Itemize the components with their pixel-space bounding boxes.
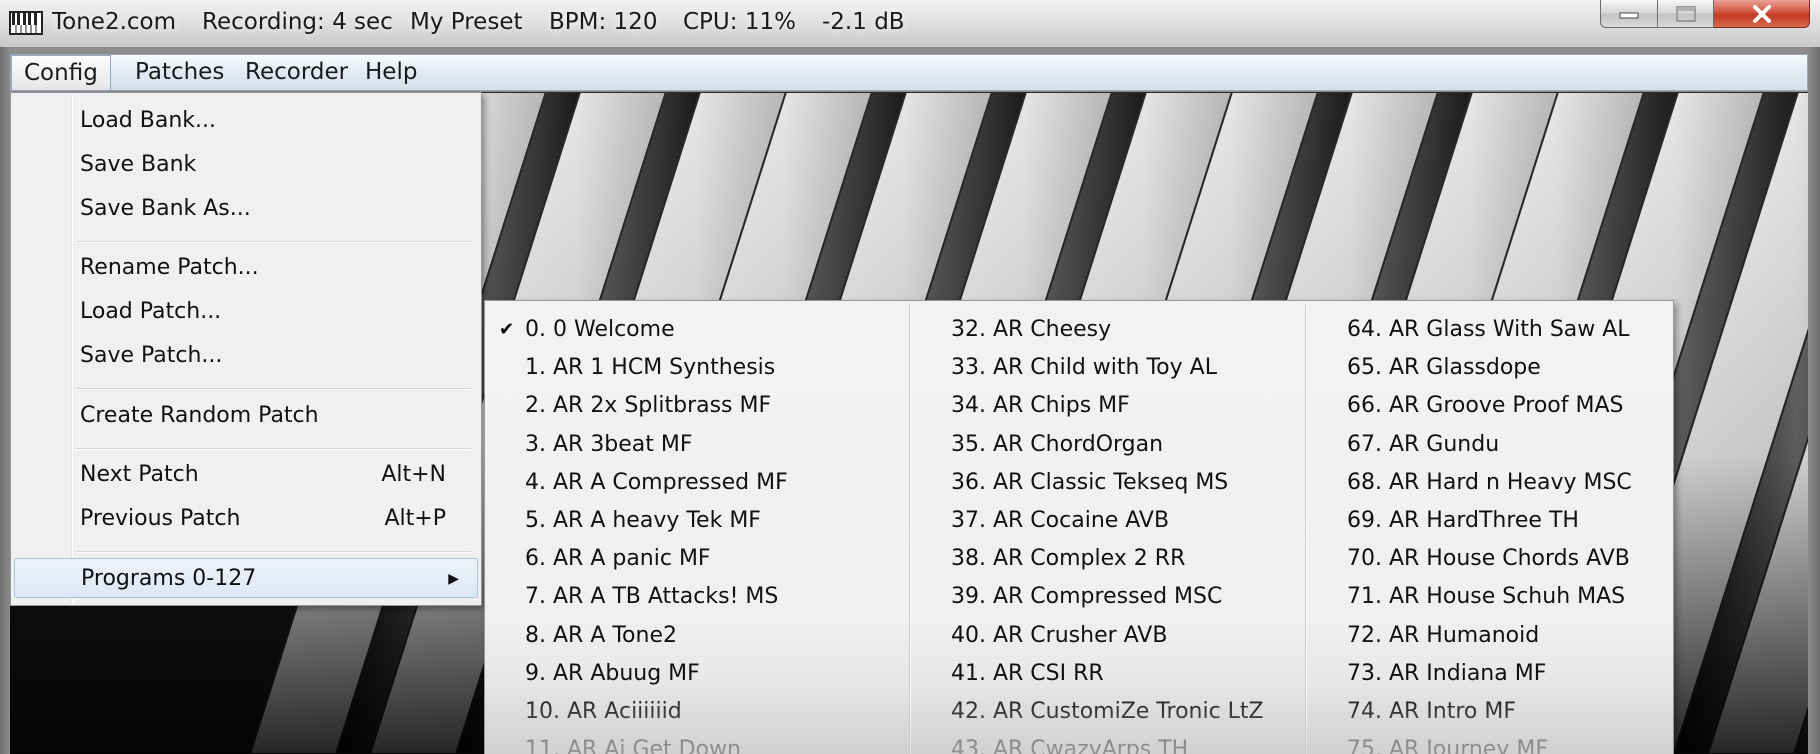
maximize-button[interactable]: [1658, 0, 1714, 28]
load-patch-item[interactable]: Load Patch...: [14, 292, 478, 332]
level-readout: -2.1 dB: [822, 9, 905, 35]
close-icon: [1752, 4, 1771, 23]
save-patch-label: Save Patch...: [80, 343, 223, 368]
save-patch-item[interactable]: Save Patch...: [14, 336, 478, 376]
close-button[interactable]: [1714, 0, 1810, 28]
program-item[interactable]: 9. AR Abuug MF: [525, 655, 700, 693]
menu-bar: Config Patches Recorder Help: [10, 54, 1808, 91]
maximize-icon: [1675, 5, 1696, 22]
checkmark-icon: ✔: [499, 319, 515, 340]
previous-patch-label: Previous Patch: [80, 506, 241, 531]
program-item[interactable]: 39. AR Compressed MSC: [951, 578, 1222, 616]
preset-name: My Preset: [410, 9, 523, 35]
cpu-readout: CPU: 11%: [683, 9, 796, 35]
programs-submenu: ✔ 0. 0 Welcome 1. AR 1 HCM Synthesis 2. AR…: [484, 300, 1674, 754]
program-item[interactable]: 10. AR Aciiiiiid: [525, 693, 682, 731]
column-divider: [1305, 305, 1307, 754]
program-item[interactable]: 6. AR A panic MF: [525, 540, 711, 578]
next-patch-item[interactable]: Next Patch Alt+N: [14, 455, 478, 495]
submenu-arrow-icon: ▶: [448, 571, 459, 587]
save-bank-as-item[interactable]: Save Bank As...: [14, 189, 478, 229]
program-item[interactable]: 40. AR Crusher AVB: [951, 617, 1167, 655]
program-item[interactable]: 65. AR Glassdope: [1347, 349, 1541, 387]
save-bank-as-label: Save Bank As...: [80, 196, 251, 221]
rename-patch-item[interactable]: Rename Patch...: [14, 248, 478, 288]
load-bank-label: Load Bank...: [80, 108, 217, 133]
program-item[interactable]: 11. AR Ai Get Down: [525, 731, 741, 754]
column-divider: [909, 305, 911, 754]
next-patch-shortcut: Alt+N: [381, 462, 446, 487]
program-item[interactable]: 33. AR Child with Toy AL: [951, 349, 1217, 387]
recording-status: Recording: 4 sec: [202, 9, 393, 35]
programs-submenu-item[interactable]: Programs 0-127 ▶: [14, 558, 478, 598]
program-item[interactable]: 71. AR House Schuh MAS: [1347, 578, 1625, 616]
program-item[interactable]: 74. AR Intro MF: [1347, 693, 1516, 731]
menu-separator: [77, 388, 471, 390]
program-item[interactable]: 42. AR CustomiZe Tronic LtZ: [951, 693, 1264, 731]
program-item[interactable]: 72. AR Humanoid: [1347, 617, 1539, 655]
load-patch-label: Load Patch...: [80, 299, 222, 324]
program-item[interactable]: 66. AR Groove Proof MAS: [1347, 387, 1623, 425]
bpm-readout: BPM: 120: [549, 9, 658, 35]
save-bank-label: Save Bank: [80, 152, 197, 177]
program-item[interactable]: 5. AR A heavy Tek MF: [525, 502, 761, 540]
piano-keyboard-icon: [9, 11, 43, 35]
menu-recorder[interactable]: Recorder: [233, 55, 360, 90]
program-item[interactable]: 2. AR 2x Splitbrass MF: [525, 387, 771, 425]
programs-label: Programs 0-127: [81, 566, 257, 591]
menu-separator: [77, 448, 471, 450]
previous-patch-shortcut: Alt+P: [384, 506, 447, 531]
menu-separator: [77, 241, 471, 243]
program-item[interactable]: 32. AR Cheesy: [951, 311, 1111, 349]
program-item[interactable]: 37. AR Cocaine AVB: [951, 502, 1169, 540]
program-item[interactable]: 41. AR CSI RR: [951, 655, 1104, 693]
create-random-patch-label: Create Random Patch: [80, 403, 319, 428]
program-item[interactable]: 34. AR Chips MF: [951, 387, 1130, 425]
program-item[interactable]: 64. AR Glass With Saw AL: [1347, 311, 1630, 349]
program-item[interactable]: 8. AR A Tone2: [525, 617, 677, 655]
menu-config[interactable]: Config: [11, 55, 111, 90]
menu-patches[interactable]: Patches: [123, 55, 236, 90]
rename-patch-label: Rename Patch...: [80, 255, 259, 280]
load-bank-item[interactable]: Load Bank...: [14, 101, 478, 141]
menu-help[interactable]: Help: [353, 55, 429, 90]
title-bar: Tone2.com Recording: 4 sec My Preset BPM…: [0, 0, 1820, 48]
program-item[interactable]: 69. AR HardThree TH: [1347, 502, 1579, 540]
program-item[interactable]: 67. AR Gundu: [1347, 426, 1499, 464]
program-item[interactable]: 68. AR Hard n Heavy MSC: [1347, 464, 1632, 502]
previous-patch-item[interactable]: Previous Patch Alt+P: [14, 499, 478, 539]
create-random-patch-item[interactable]: Create Random Patch: [14, 396, 478, 436]
app-title: Tone2.com: [52, 9, 177, 35]
program-item[interactable]: 70. AR House Chords AVB: [1347, 540, 1630, 578]
program-item[interactable]: 1. AR 1 HCM Synthesis: [525, 349, 775, 387]
next-patch-label: Next Patch: [80, 462, 199, 487]
config-menu: Load Bank... Save Bank Save Bank As... R…: [10, 92, 482, 606]
minimize-button[interactable]: [1600, 0, 1658, 28]
program-item[interactable]: 36. AR Classic Tekseq MS: [951, 464, 1228, 502]
save-bank-item[interactable]: Save Bank: [14, 145, 478, 185]
window-controls: [1600, 0, 1810, 30]
program-item[interactable]: 43. AR CwazyArps TH: [951, 731, 1188, 754]
minimize-icon: [1619, 12, 1639, 18]
program-item[interactable]: 0. 0 Welcome: [525, 311, 675, 349]
program-item[interactable]: 35. AR ChordOrgan: [951, 426, 1163, 464]
menu-separator: [77, 551, 471, 553]
program-item[interactable]: 73. AR Indiana MF: [1347, 655, 1546, 693]
program-item[interactable]: 75. AR Journey MF: [1347, 731, 1548, 754]
program-item[interactable]: 3. AR 3beat MF: [525, 426, 693, 464]
program-item[interactable]: 38. AR Complex 2 RR: [951, 540, 1185, 578]
program-item[interactable]: 4. AR A Compressed MF: [525, 464, 788, 502]
program-item[interactable]: 7. AR A TB Attacks! MS: [525, 578, 778, 616]
